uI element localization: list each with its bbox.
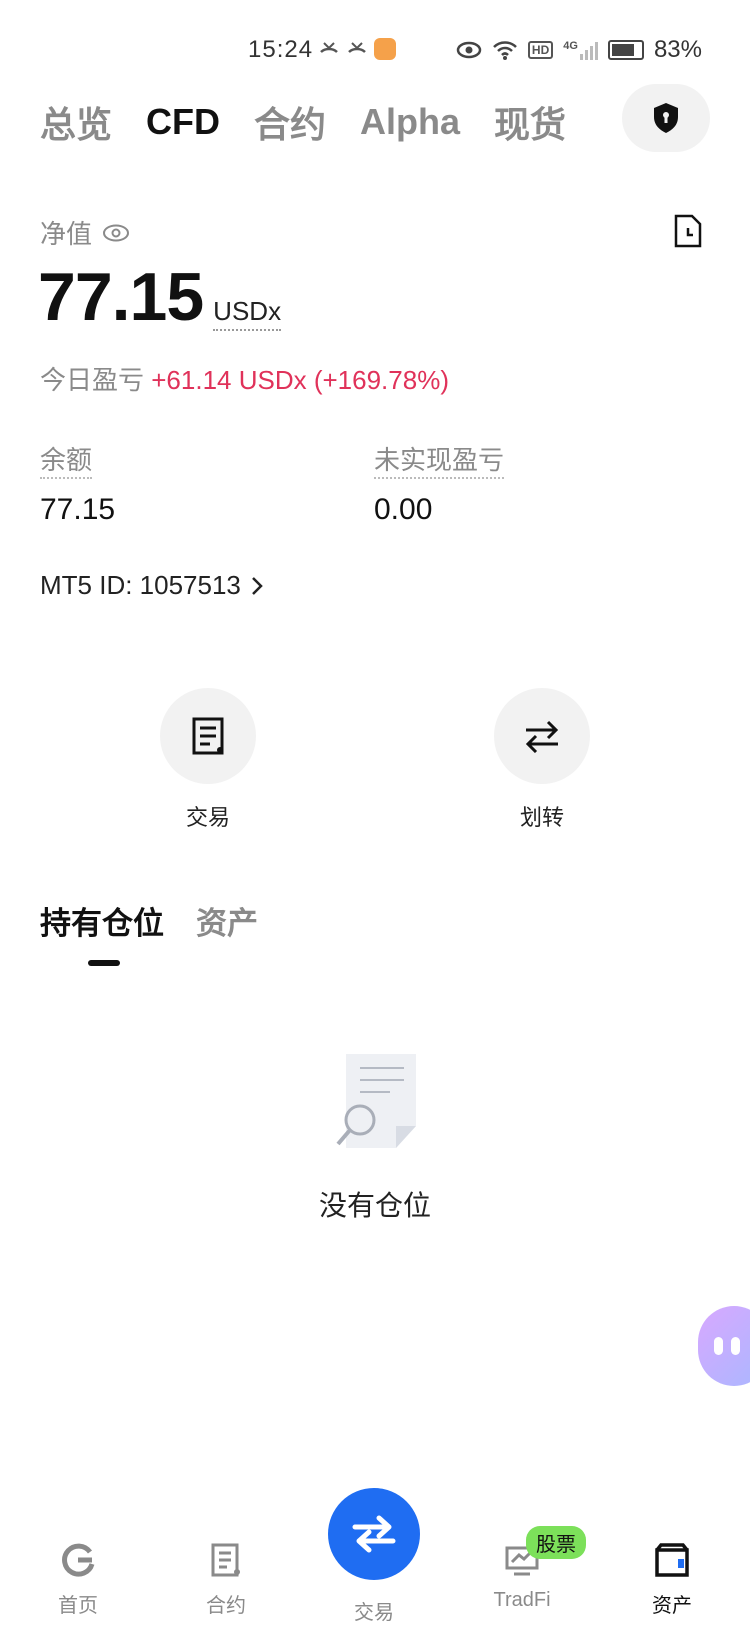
transfer-action-circle [494,688,590,784]
wallet-icon [655,1543,689,1577]
position-tabs: 持有仓位 资产 [40,898,258,966]
eye-toggle-icon[interactable] [102,223,130,243]
swap-icon [352,1515,396,1553]
contracts-icon [211,1543,240,1577]
signal-label: 4G [563,40,578,52]
unrealized-pnl-label[interactable]: 未实现盈亏 [374,445,505,479]
net-value: 77.15 USDx [38,258,282,336]
document-icon [192,717,224,755]
signal-icon: 4G [563,40,598,60]
battery-icon [607,40,644,60]
nav-assets[interactable]: 资产 [622,1542,722,1618]
trade-action-button[interactable]: 交易 [148,688,268,832]
mt5-id-link[interactable]: MT5 ID: 1057513 [40,570,263,601]
empty-state-text: 没有仓位 [318,1190,431,1221]
unrealized-pnl-value: 0.00 [374,493,433,526]
home-icon [62,1543,95,1577]
assistant-eye-icon [714,1337,723,1355]
nav-assets-label: 资产 [652,1595,692,1617]
tab-overview[interactable]: 总览 [40,96,112,148]
chevron-right-icon [252,576,263,595]
today-pnl: 今日盈亏 +61.14 USDx (+169.78%) [40,360,449,397]
nav-trade-button[interactable] [328,1488,420,1580]
balance-value: 77.15 [40,493,116,526]
transfer-icon [525,720,559,753]
nav-trade-label: 交易 [354,1602,394,1624]
missed-call-icon [348,42,366,53]
status-bar: 15:24 HD 4G 83% [0,0,750,100]
tab-positions[interactable]: 持有仓位 [40,898,164,966]
shield-icon [654,103,678,133]
tab-alpha[interactable]: Alpha [360,101,460,143]
nav-home-label: 首页 [58,1595,98,1617]
notification-icons [318,38,396,60]
history-icon[interactable] [672,214,704,248]
nav-contracts-label: 合约 [206,1595,246,1617]
net-value-label: 净值 [40,214,130,251]
balance-block: 余额 77.15 [40,440,115,527]
hd-icon: HD [527,41,554,59]
unrealized-pnl-block: 未实现盈亏 0.00 [374,440,505,527]
missed-call-icon [320,42,338,53]
today-pnl-label: 今日盈亏 [40,365,145,395]
battery-percent: 83% [653,36,702,63]
empty-state-illustration [336,1054,416,1148]
net-value-label-text: 净值 [40,219,93,249]
assistant-eye-icon [731,1337,740,1355]
mt5-id-text: MT5 ID: 1057513 [40,570,241,600]
nav-tradfi-label: TradFi [493,1589,551,1611]
net-value-unit[interactable]: USDx [213,296,282,331]
trade-action-label: 交易 [185,805,230,830]
nav-home[interactable]: 首页 [28,1542,128,1618]
net-value-amount: 77.15 [38,259,204,335]
nav-contracts[interactable]: 合约 [176,1542,276,1618]
today-pnl-value: +61.14 USDx (+169.78%) [151,365,449,395]
balance-label[interactable]: 余额 [40,445,93,479]
top-tab-bar: 总览 CFD 合约 Alpha 现货 [40,92,566,152]
assistant-bubble[interactable] [698,1306,750,1386]
bottom-nav: 首页 合约 交易 TradFi 股票 资产 [0,1488,750,1629]
tab-contracts[interactable]: 合约 [254,96,326,148]
transfer-action-button[interactable]: 划转 [482,688,602,832]
eye-icon [456,41,482,59]
status-time: 15:24 [248,36,314,63]
wifi-icon [493,41,517,60]
stock-badge: 股票 [526,1526,586,1559]
tab-cfd[interactable]: CFD [146,101,220,143]
security-button[interactable] [622,84,710,152]
app-notification-icon [374,38,396,60]
transfer-action-label: 划转 [519,805,564,830]
tab-assets[interactable]: 资产 [196,898,258,943]
tab-spot[interactable]: 现货 [494,96,566,148]
trade-action-circle [160,688,256,784]
